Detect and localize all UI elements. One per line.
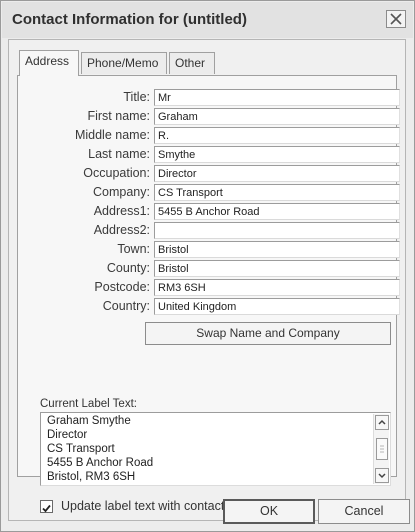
grip-icon bbox=[380, 445, 384, 453]
scroll-down-button[interactable] bbox=[375, 468, 389, 483]
address1-field[interactable] bbox=[154, 203, 400, 220]
checkmark-icon bbox=[42, 504, 51, 513]
tab-address[interactable]: Address bbox=[19, 50, 79, 76]
current-label-textarea[interactable]: Graham Smythe Director CS Transport 5455… bbox=[40, 412, 391, 486]
company-field[interactable] bbox=[154, 184, 400, 201]
first-name-field[interactable] bbox=[154, 108, 400, 125]
ok-button[interactable]: OK bbox=[223, 499, 315, 524]
postcode-field[interactable] bbox=[154, 279, 400, 296]
address2-field[interactable] bbox=[154, 222, 400, 239]
country-field[interactable] bbox=[154, 298, 400, 315]
company-label: Company: bbox=[93, 185, 150, 199]
label-line: Graham Smythe bbox=[47, 415, 131, 427]
update-label-checkbox[interactable] bbox=[40, 500, 53, 513]
tab-label: Phone/Memo bbox=[87, 56, 159, 70]
occupation-label: Occupation: bbox=[83, 166, 150, 180]
label-line: 5455 B Anchor Road bbox=[47, 457, 154, 469]
country-label: Country: bbox=[102, 299, 150, 313]
occupation-field[interactable] bbox=[154, 165, 400, 182]
current-label-text-heading: Current Label Text: bbox=[40, 398, 137, 410]
title-bar[interactable]: Contact Information for (untitled) bbox=[2, 2, 413, 38]
cancel-button[interactable]: Cancel bbox=[318, 499, 410, 524]
tab-phone-memo[interactable]: Phone/Memo bbox=[81, 52, 167, 74]
contact-info-dialog: Contact Information for (untitled) Addre… bbox=[0, 0, 415, 532]
chevron-down-icon bbox=[378, 473, 386, 479]
close-icon bbox=[390, 13, 402, 25]
title-field[interactable] bbox=[154, 89, 400, 106]
tab-other[interactable]: Other bbox=[169, 52, 215, 74]
last-name-label: Last name: bbox=[88, 147, 150, 161]
address2-label: Address2: bbox=[93, 223, 150, 237]
county-field[interactable] bbox=[154, 260, 400, 277]
middle-name-field[interactable] bbox=[154, 127, 400, 144]
label-line: Bristol, RM3 6SH bbox=[47, 471, 136, 483]
tab-label: Address bbox=[25, 54, 70, 68]
middle-name-label: Middle name: bbox=[74, 128, 150, 142]
label-text-lines: Graham Smythe Director CS Transport 5455… bbox=[47, 414, 153, 484]
label-line: CS Transport bbox=[47, 443, 115, 455]
swap-name-company-button[interactable]: Swap Name and Company bbox=[145, 322, 391, 345]
scroll-thumb[interactable] bbox=[376, 438, 388, 460]
scroll-up-button[interactable] bbox=[375, 415, 389, 430]
label-line: Director bbox=[47, 429, 88, 441]
window-title: Contact Information for (untitled) bbox=[12, 11, 247, 28]
dialog-body: Address Phone/Memo Other Title: First na… bbox=[8, 39, 406, 521]
last-name-field[interactable] bbox=[154, 146, 400, 163]
town-label: Town: bbox=[117, 242, 150, 256]
close-button[interactable] bbox=[386, 10, 406, 28]
chevron-up-icon bbox=[378, 419, 386, 425]
tab-label: Other bbox=[175, 56, 206, 70]
vertical-scrollbar[interactable] bbox=[373, 414, 389, 484]
title-label: Title: bbox=[123, 90, 150, 104]
first-name-label: First name: bbox=[87, 109, 150, 123]
postcode-label: Postcode: bbox=[94, 280, 150, 294]
address1-label: Address1: bbox=[93, 204, 150, 218]
county-label: County: bbox=[106, 261, 150, 275]
town-field[interactable] bbox=[154, 241, 400, 258]
